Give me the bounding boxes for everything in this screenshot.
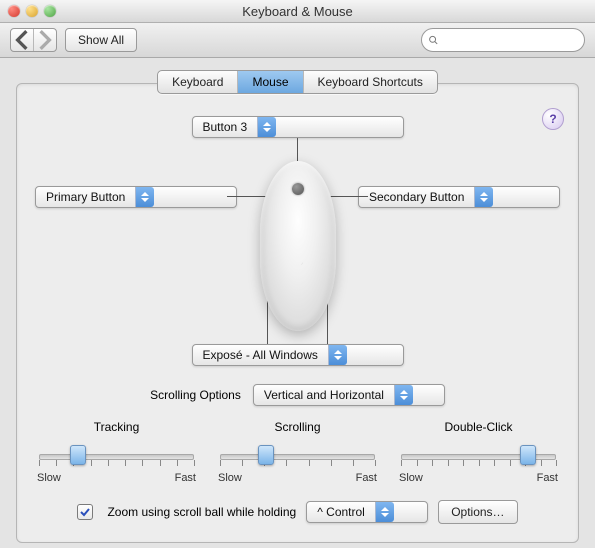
mouse-diagram: Button 3 Primary Button Secondary Button [35, 116, 560, 366]
zoom-icon[interactable] [44, 5, 56, 17]
zoom-modifier-popup[interactable]: ^ Control [306, 501, 428, 523]
tracking-low: Slow [37, 472, 61, 484]
tab-keyboard[interactable]: Keyboard [158, 71, 237, 93]
window-titlebar: Keyboard & Mouse [0, 0, 595, 23]
zoom-checkbox[interactable] [77, 504, 93, 520]
scrollball-action-label: Button 3 [203, 120, 258, 134]
updown-arrows-icon [474, 187, 493, 207]
back-button[interactable] [11, 29, 33, 51]
scrolling-low: Slow [218, 472, 242, 484]
doubleclick-label: Double-Click [397, 420, 560, 434]
scrolling-options-label: Scrolling Options [150, 388, 241, 402]
forward-button[interactable] [33, 29, 56, 51]
zoom-modifier-value: ^ Control [317, 505, 375, 519]
zoom-row: Zoom using scroll ball while holding ^ C… [35, 500, 560, 524]
updown-arrows-icon [135, 187, 154, 207]
toolbar: Show All [0, 23, 595, 58]
doubleclick-high: Fast [537, 472, 558, 484]
nav-back-forward[interactable] [10, 28, 57, 52]
scrolling-options-value: Vertical and Horizontal [264, 388, 394, 402]
scrollball-action-popup[interactable]: Button 3 [192, 116, 404, 138]
doubleclick-slider[interactable] [397, 442, 560, 468]
tracking-slider[interactable] [35, 442, 198, 468]
tab-mouse[interactable]: Mouse [237, 71, 302, 93]
tracking-slider-group: Tracking Slow Fast [35, 420, 198, 484]
minimize-icon[interactable] [26, 5, 38, 17]
search-field[interactable] [421, 28, 585, 52]
sliders-row: Tracking Slow Fast Scrolling Slow Fast [35, 420, 560, 484]
squeeze-action-popup[interactable]: Exposé - All Windows [192, 344, 404, 366]
scrolling-options-popup[interactable]: Vertical and Horizontal [253, 384, 445, 406]
prefs-body: Keyboard Mouse Keyboard Shortcuts ? Butt… [0, 58, 595, 548]
scrolling-slider[interactable] [216, 442, 379, 468]
right-button-label: Secondary Button [369, 190, 474, 204]
close-icon[interactable] [8, 5, 20, 17]
squeeze-action-label: Exposé - All Windows [203, 348, 328, 362]
tab-bar: Keyboard Mouse Keyboard Shortcuts [16, 70, 579, 94]
scrolling-high: Fast [356, 472, 377, 484]
zoom-options-button[interactable]: Options… [438, 500, 517, 524]
mouse-graphic [260, 161, 336, 331]
updown-arrows-icon [394, 385, 413, 405]
traffic-lights [8, 5, 56, 17]
updown-arrows-icon [375, 502, 394, 522]
tab-shortcuts[interactable]: Keyboard Shortcuts [303, 71, 437, 93]
scrolling-slider-group: Scrolling Slow Fast [216, 420, 379, 484]
apple-logo-icon [290, 256, 306, 274]
tracking-high: Fast [175, 472, 196, 484]
doubleclick-low: Slow [399, 472, 423, 484]
connector-line [297, 138, 298, 161]
window-title: Keyboard & Mouse [0, 4, 595, 19]
show-all-button[interactable]: Show All [65, 28, 137, 52]
left-button-popup[interactable]: Primary Button [35, 186, 237, 208]
scrolling-options-row: Scrolling Options Vertical and Horizonta… [35, 384, 560, 406]
scrolling-label: Scrolling [216, 420, 379, 434]
updown-arrows-icon [257, 117, 276, 137]
updown-arrows-icon [328, 345, 347, 365]
zoom-label: Zoom using scroll ball while holding [107, 505, 296, 519]
tracking-label: Tracking [35, 420, 198, 434]
search-input[interactable] [443, 32, 578, 48]
search-icon [428, 34, 439, 46]
doubleclick-slider-group: Double-Click Slow Fast [397, 420, 560, 484]
right-button-popup[interactable]: Secondary Button [358, 186, 560, 208]
left-button-label: Primary Button [46, 190, 135, 204]
mouse-scrollball-icon [292, 183, 304, 195]
checkmark-icon [80, 507, 90, 517]
mouse-panel: ? Button 3 Primary Button Secondary Butt… [16, 83, 579, 543]
